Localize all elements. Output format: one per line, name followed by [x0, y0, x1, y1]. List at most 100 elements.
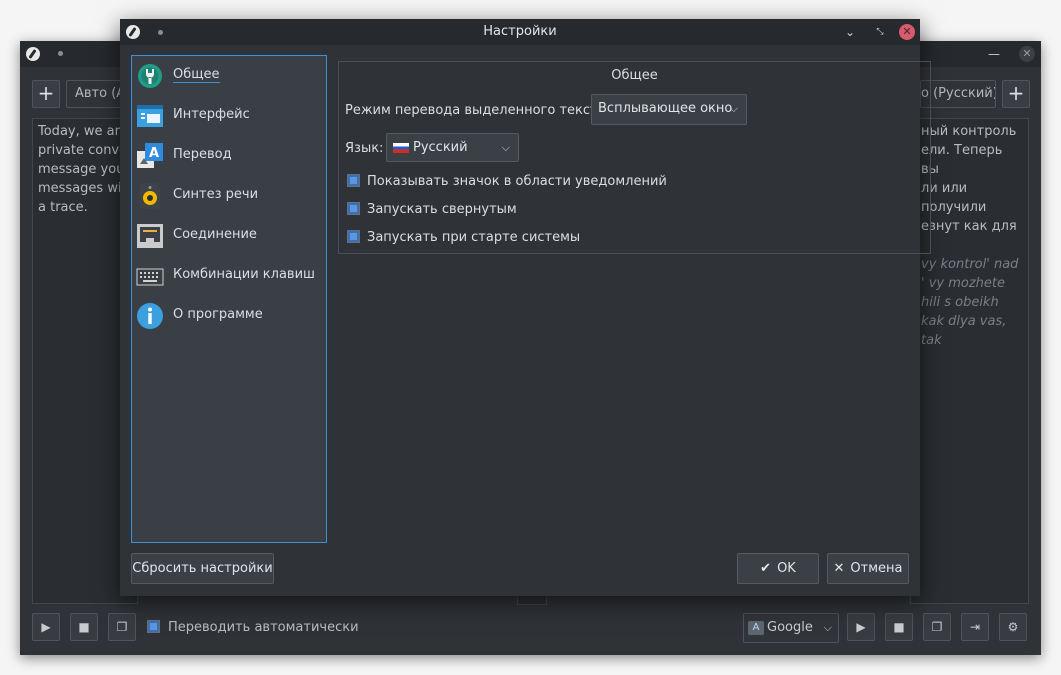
- chevron-down-icon: ⌵: [729, 102, 738, 115]
- interface-window-icon: [137, 105, 163, 127]
- source-text-line: message you: [38, 162, 125, 177]
- keyboard-icon: [136, 268, 164, 286]
- stop-icon: ■: [893, 620, 905, 634]
- sidebar-item-label: Синтез речи: [173, 187, 259, 202]
- close-icon: ✕: [833, 561, 845, 576]
- play-source-button[interactable]: ▶: [32, 613, 60, 641]
- copy-icon: ❐: [116, 620, 128, 634]
- speaker-icon: [140, 183, 160, 209]
- settings-button[interactable]: ⚙: [999, 613, 1027, 641]
- autostart-checkbox[interactable]: Запускать при старте системы: [347, 230, 580, 245]
- copy-all-icon: ❐: [931, 620, 943, 634]
- auto-translate-check[interactable]: [147, 620, 160, 633]
- auto-translate-checkbox[interactable]: Переводить автоматически: [147, 620, 359, 635]
- add-source-lang-button[interactable]: +: [32, 80, 60, 108]
- target-language-tab[interactable]: о (Русский): [920, 80, 996, 108]
- checkmark-icon: ✔: [760, 561, 772, 576]
- sidebar-item-translation[interactable]: A Перевод: [136, 140, 322, 172]
- ok-button[interactable]: ✔ OK: [737, 553, 819, 584]
- sidebar-item-label: Соединение: [173, 227, 257, 242]
- general-wrench-icon: [138, 64, 162, 88]
- source-text-line: Today, we are: [38, 124, 128, 139]
- result-text-line: езнут как для: [921, 219, 1017, 234]
- translit-line: ' vy mozhete: [921, 276, 1005, 291]
- chevron-down-icon: ⌵: [501, 141, 510, 154]
- splitter-handle[interactable]: [517, 596, 547, 605]
- sidebar-item-label: Перевод: [173, 147, 232, 162]
- checkbox-checked[interactable]: [347, 230, 360, 243]
- russia-flag-icon: [393, 142, 409, 153]
- result-text-line: ли или получили: [921, 181, 987, 215]
- pin-dot-icon[interactable]: [58, 51, 63, 56]
- sidebar-item-label: О программе: [173, 307, 263, 322]
- svg-text:A: A: [149, 146, 159, 161]
- popup-mode-label: Режим перевода выделенного текста:: [345, 103, 610, 118]
- source-text-line: private conve: [38, 143, 128, 158]
- copy-translation-button[interactable]: ❐: [923, 613, 951, 641]
- checkbox-label: Показывать значок в области уведомлений: [367, 174, 667, 189]
- translit-line: kak dlya vas, tak: [921, 314, 1007, 348]
- settings-dialog: Настройки ⌄ ⤡ ✕ Общее Интерфейс A Перево…: [120, 19, 931, 596]
- result-text-line: ный контроль: [921, 124, 1017, 139]
- sidebar-item-label: Комбинации клавиш: [173, 267, 315, 282]
- engine-selector[interactable]: A Google ⌵: [743, 613, 839, 643]
- checkbox-label: Запускать при старте системы: [367, 230, 581, 245]
- stop-translation-button[interactable]: ■: [885, 613, 913, 641]
- play-icon: ▶: [856, 620, 866, 634]
- language-select[interactable]: Русский ⌵: [386, 133, 519, 162]
- stop-source-button[interactable]: ■: [70, 613, 98, 641]
- group-title: Общее: [611, 68, 658, 83]
- export-icon: ⇥: [969, 620, 981, 634]
- reset-settings-button[interactable]: Сбросить настройки: [131, 553, 274, 584]
- dialog-titlebar: Настройки ⌄ ⤡ ✕: [120, 19, 920, 45]
- language-value: Русский: [413, 140, 468, 155]
- sidebar-item-speech[interactable]: Синтез речи: [136, 180, 322, 212]
- source-text-line: messages will: [38, 181, 129, 196]
- stop-icon: ■: [78, 620, 90, 634]
- ok-label: OK: [777, 561, 796, 576]
- play-icon: ▶: [41, 620, 51, 634]
- play-translation-button[interactable]: ▶: [847, 613, 875, 641]
- sidebar-item-connection[interactable]: Соединение: [136, 220, 322, 252]
- settings-sidebar: Общее Интерфейс A Перевод Синтез речи Со…: [131, 55, 327, 543]
- translation-icon: A: [137, 143, 163, 168]
- dialog-title: Настройки: [483, 24, 557, 39]
- chevron-down-icon: ⌵: [823, 621, 832, 634]
- language-label: Язык:: [345, 141, 384, 156]
- tray-icon-checkbox[interactable]: Показывать значок в области уведомлений: [347, 174, 667, 189]
- auto-translate-label: Переводить автоматически: [168, 620, 359, 635]
- translit-line: vy kontrol' nad: [921, 257, 1019, 272]
- sidebar-item-interface[interactable]: Интерфейс: [136, 100, 322, 132]
- engine-label: Google: [767, 620, 813, 635]
- popup-mode-select[interactable]: Всплывающее окно ⌵: [591, 94, 747, 125]
- checkbox-label: Запускать свернутым: [367, 202, 517, 217]
- info-icon: [137, 303, 163, 329]
- general-settings-group: Общее Режим перевода выделенного текста:…: [338, 61, 931, 254]
- copy-source-button[interactable]: ❐: [108, 613, 136, 641]
- start-minimized-checkbox[interactable]: Запускать свернутым: [347, 202, 517, 217]
- maximize-icon[interactable]: ⤡: [872, 24, 888, 40]
- settings-icon: ⚙: [1007, 620, 1019, 634]
- source-text-line: a trace.: [38, 200, 88, 215]
- checkbox-checked[interactable]: [347, 174, 360, 187]
- minimize-icon[interactable]: ⌄: [842, 24, 858, 40]
- translit-line: hili s obeikh: [921, 295, 999, 310]
- translate-icon: A: [748, 620, 764, 635]
- minimize-icon[interactable]: —: [986, 46, 1002, 62]
- swap-button[interactable]: ⇥: [961, 613, 989, 641]
- app-logo-icon: [26, 47, 40, 61]
- close-icon[interactable]: ✕: [899, 24, 915, 40]
- checkbox-checked[interactable]: [347, 202, 360, 215]
- add-target-lang-button[interactable]: +: [1002, 80, 1030, 108]
- sidebar-item-about[interactable]: О программе: [136, 300, 322, 332]
- sidebar-item-shortcuts[interactable]: Комбинации клавиш: [136, 260, 322, 292]
- popup-mode-value: Всплывающее окно: [598, 101, 733, 116]
- result-text-line: ели. Теперь вы: [921, 143, 1003, 177]
- sidebar-item-general[interactable]: Общее: [136, 60, 322, 92]
- cancel-label: Отмена: [850, 561, 903, 576]
- close-icon[interactable]: ✕: [1019, 46, 1035, 62]
- network-icon: [137, 224, 163, 248]
- sidebar-item-label: Интерфейс: [173, 107, 250, 122]
- cancel-button[interactable]: ✕ Отмена: [827, 553, 909, 584]
- sidebar-item-label: Общее: [173, 67, 220, 83]
